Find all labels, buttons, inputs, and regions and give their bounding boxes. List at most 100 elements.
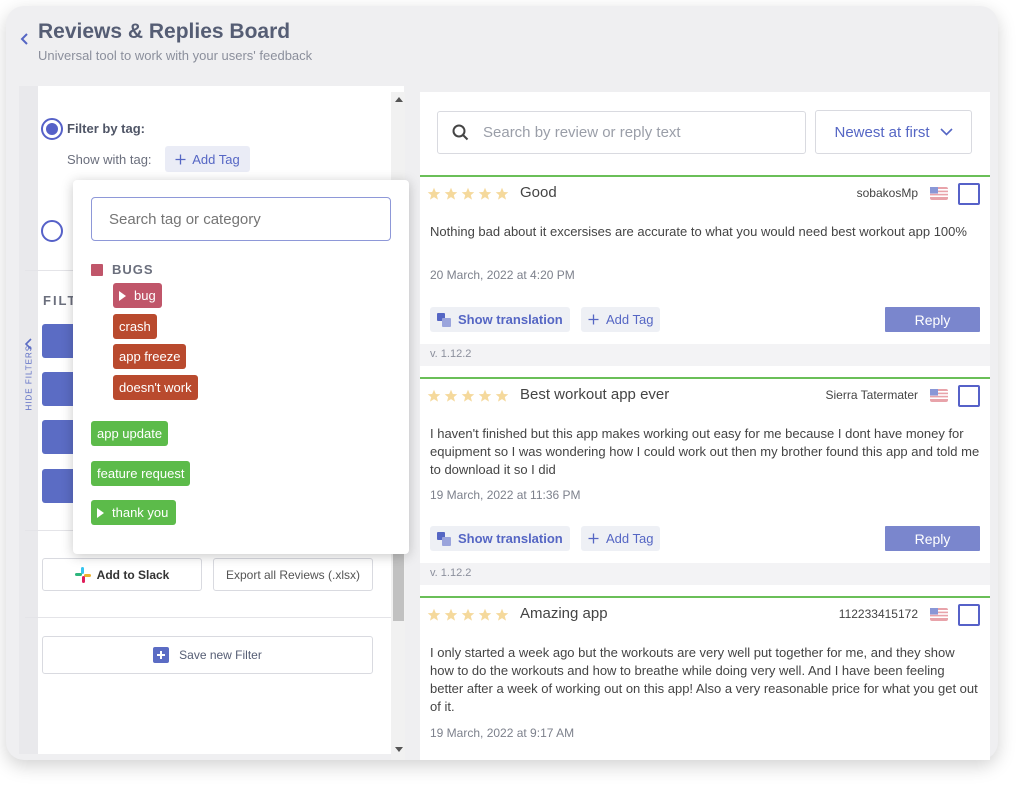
hide-filters-label: HIDE FILTERS [24,344,34,411]
tag-bug[interactable]: bug [113,283,162,308]
chevron-down-icon [939,128,953,136]
star-icon [444,187,458,200]
rating-stars [427,389,509,403]
review-select-checkbox[interactable] [958,183,980,205]
add-to-slack-label: Add to Slack [96,567,170,582]
sidebar-scrollbar-thumb[interactable] [393,553,404,621]
review-text: Nothing bad about it excersises are accu… [430,224,967,239]
review-text: I only started a week ago but the workou… [430,645,978,714]
tag-label: app freeze [119,349,181,364]
review-date: 20 March, 2022 at 4:20 PM [430,268,575,282]
review-add-tag-button[interactable]: Add Tag [581,526,661,551]
tag-label: thank you [112,505,169,520]
rating-stars [427,608,509,622]
show-translation-label: Show translation [458,531,563,546]
translate-icon [437,312,451,327]
review-select-checkbox[interactable] [958,604,980,626]
reply-button[interactable]: Reply [885,526,980,551]
review-card: Amazing app 112233415172 I only started … [420,596,990,760]
reply-label: Reply [914,311,951,328]
star-icon [461,187,475,200]
us-flag-icon [930,389,948,402]
reply-button[interactable]: Reply [885,307,980,332]
star-icon [427,389,441,402]
back-chevron-icon[interactable] [20,32,30,46]
show-with-tag-label: Show with tag: [67,152,152,167]
expand-triangle-icon [119,290,126,301]
filter-option-radio[interactable] [41,220,63,242]
tag-search-input[interactable] [91,197,391,241]
review-date: 19 March, 2022 at 11:36 PM [430,488,581,502]
star-icon [495,608,509,621]
expand-triangle-icon [97,507,104,518]
review-add-tag-label: Add Tag [606,531,654,546]
review-author: sobakosMp [856,186,918,200]
save-new-filter-button[interactable]: Save new Filter [42,636,373,674]
plus-icon [588,533,599,544]
show-translation-label: Show translation [458,312,563,327]
star-icon [427,187,441,200]
tag-doesnt-work[interactable]: doesn't work [113,375,198,400]
search-icon [452,124,469,141]
tag-label: bug [134,288,156,303]
add-tag-filter-button[interactable]: Add Tag [165,146,250,172]
page-subtitle: Universal tool to work with your users' … [38,48,313,63]
rating-stars [427,187,509,201]
tag-feature-request[interactable]: feature request [91,461,191,486]
hide-filters-toggle[interactable]: HIDE FILTERS [19,86,38,754]
star-icon [461,389,475,402]
tag-thank-you[interactable]: thank you [91,500,177,525]
sort-select[interactable]: Newest at first [815,110,972,154]
show-translation-button[interactable]: Show translation [430,526,570,551]
star-icon [478,389,492,402]
us-flag-icon [930,187,948,200]
sidebar-divider [25,617,391,618]
filter-preset-button[interactable] [42,469,76,503]
review-add-tag-button[interactable]: Add Tag [581,307,661,332]
star-icon [495,389,509,402]
save-new-filter-label: Save new Filter [179,648,262,662]
star-icon [478,608,492,621]
add-tag-filter-label: Add Tag [192,151,240,167]
show-translation-button[interactable]: Show translation [430,307,570,332]
review-title: Amazing app [520,605,608,622]
app-version: v. 1.12.2 [420,563,990,585]
export-reviews-button[interactable]: Export all Reviews (.xlsx) [213,558,373,591]
tag-category-bugs[interactable]: BUGS [91,262,154,277]
filter-preset-button[interactable] [42,372,76,406]
filter-by-tag-label: Filter by tag: [67,121,146,136]
review-select-checkbox[interactable] [958,385,980,407]
filter-by-tag-radio[interactable] [41,118,63,140]
review-search-input[interactable]: Search by review or reply text [437,111,806,154]
export-reviews-label: Export all Reviews (.xlsx) [225,567,361,582]
sort-selected-value: Newest at first [834,123,930,141]
tag-label: app update [97,426,163,441]
tag-label: feature request [97,466,185,481]
star-icon [444,389,458,402]
add-to-slack-button[interactable]: Add to Slack [42,558,202,591]
filter-preset-button[interactable] [42,324,76,358]
scroll-up-arrow-icon[interactable] [395,97,403,102]
category-name: BUGS [112,262,154,277]
star-icon [461,608,475,621]
plus-icon [588,314,599,325]
review-author: Sierra Tatermater [825,388,918,402]
tag-label: crash [119,319,151,334]
tag-app-update[interactable]: app update [91,421,169,446]
review-title: Good [520,184,557,201]
tag-picker-dropdown: BUGS bug crash app freeze doesn't work a… [73,180,409,554]
review-add-tag-label: Add Tag [606,312,654,327]
slack-icon [74,566,91,583]
reply-label: Reply [914,530,951,547]
tag-app-freeze[interactable]: app freeze [113,344,187,369]
star-icon [427,608,441,621]
tag-crash[interactable]: crash [113,314,157,339]
scroll-down-arrow-icon[interactable] [395,747,403,752]
review-card: Good sobakosMp Nothing bad about it exce… [420,175,990,367]
translate-icon [437,531,451,546]
review-date: 19 March, 2022 at 9:17 AM [430,726,575,740]
filter-preset-button[interactable] [42,420,76,454]
plus-icon [175,154,186,164]
tag-label: doesn't work [119,380,192,395]
plus-square-icon [153,647,170,663]
